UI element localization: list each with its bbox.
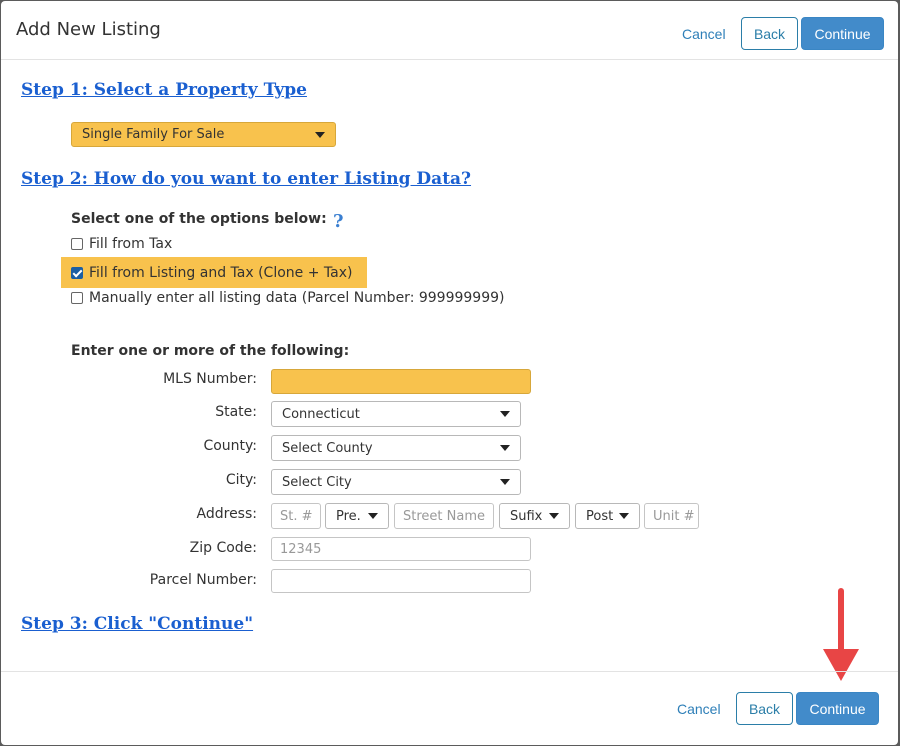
manual-entry-checkbox[interactable] xyxy=(71,292,83,304)
option-fill-from-listing-and-tax[interactable]: Fill from Listing and Tax (Clone + Tax) xyxy=(61,257,367,288)
header-back-button[interactable]: Back xyxy=(741,17,798,50)
chevron-down-icon xyxy=(619,513,629,519)
chevron-down-icon xyxy=(500,411,510,417)
dialog-title: Add New Listing xyxy=(16,19,161,40)
prefix-value: Pre. xyxy=(336,508,361,524)
state-select[interactable]: Connecticut xyxy=(271,401,521,427)
city-value: Select City xyxy=(282,474,352,490)
property-type-value: Single Family For Sale xyxy=(82,127,225,142)
chevron-down-icon xyxy=(500,445,510,451)
option-manual-entry[interactable]: Manually enter all listing data (Parcel … xyxy=(71,288,505,308)
zip-code-input[interactable]: 12345 xyxy=(271,537,531,561)
option-label: Fill from Listing and Tax (Clone + Tax) xyxy=(89,264,353,281)
state-label: State: xyxy=(215,404,257,420)
suffix-select[interactable]: Sufix xyxy=(499,503,570,529)
parcel-number-input[interactable] xyxy=(271,569,531,593)
state-value: Connecticut xyxy=(282,406,360,422)
add-listing-dialog: Add New Listing Cancel Back Continue Ste… xyxy=(1,1,898,745)
footer-cancel-button[interactable]: Cancel xyxy=(677,701,721,717)
dialog-header: Add New Listing Cancel Back Continue xyxy=(1,1,898,60)
chevron-down-icon xyxy=(315,131,325,138)
enter-following-label: Enter one or more of the following: xyxy=(71,343,350,359)
suffix-value: Sufix xyxy=(510,508,543,524)
zip-code-label: Zip Code: xyxy=(189,540,257,556)
footer-back-button[interactable]: Back xyxy=(736,692,793,725)
street-name-input[interactable]: Street Name xyxy=(394,503,494,529)
city-select[interactable]: Select City xyxy=(271,469,521,495)
arrow-down-icon xyxy=(823,588,859,681)
chevron-down-icon xyxy=(549,513,559,519)
option-label: Manually enter all listing data (Parcel … xyxy=(89,290,505,306)
unit-number-input[interactable]: Unit # xyxy=(644,503,699,529)
chevron-down-icon xyxy=(500,479,510,485)
step1-heading: Step 1: Select a Property Type xyxy=(21,80,307,100)
address-label: Address: xyxy=(196,506,257,522)
county-select[interactable]: Select County xyxy=(271,435,521,461)
step2-heading: Step 2: How do you want to enter Listing… xyxy=(21,169,472,189)
property-type-select[interactable]: Single Family For Sale xyxy=(71,122,336,147)
mls-number-input[interactable] xyxy=(271,369,531,394)
post-select[interactable]: Post xyxy=(575,503,640,529)
option-fill-from-tax[interactable]: Fill from Tax xyxy=(71,234,172,254)
dialog-footer: Cancel Back Continue xyxy=(1,671,898,745)
step3-heading: Step 3: Click "Continue" xyxy=(21,614,254,634)
county-value: Select County xyxy=(282,440,373,456)
help-icon[interactable]: ? xyxy=(333,211,344,232)
header-continue-button[interactable]: Continue xyxy=(801,17,884,50)
street-number-input[interactable]: St. # xyxy=(271,503,321,529)
city-label: City: xyxy=(225,472,257,488)
header-cancel-button[interactable]: Cancel xyxy=(682,26,726,42)
options-label: Select one of the options below: xyxy=(71,211,327,227)
prefix-select[interactable]: Pre. xyxy=(325,503,389,529)
fill-from-tax-checkbox[interactable] xyxy=(71,238,83,250)
post-value: Post xyxy=(586,508,614,524)
footer-continue-button[interactable]: Continue xyxy=(796,692,879,725)
county-label: County: xyxy=(203,438,257,454)
fill-from-listing-checkbox[interactable] xyxy=(71,266,83,279)
option-label: Fill from Tax xyxy=(89,236,173,252)
chevron-down-icon xyxy=(368,513,378,519)
mls-number-label: MLS Number: xyxy=(163,371,257,387)
parcel-number-label: Parcel Number: xyxy=(149,572,257,588)
